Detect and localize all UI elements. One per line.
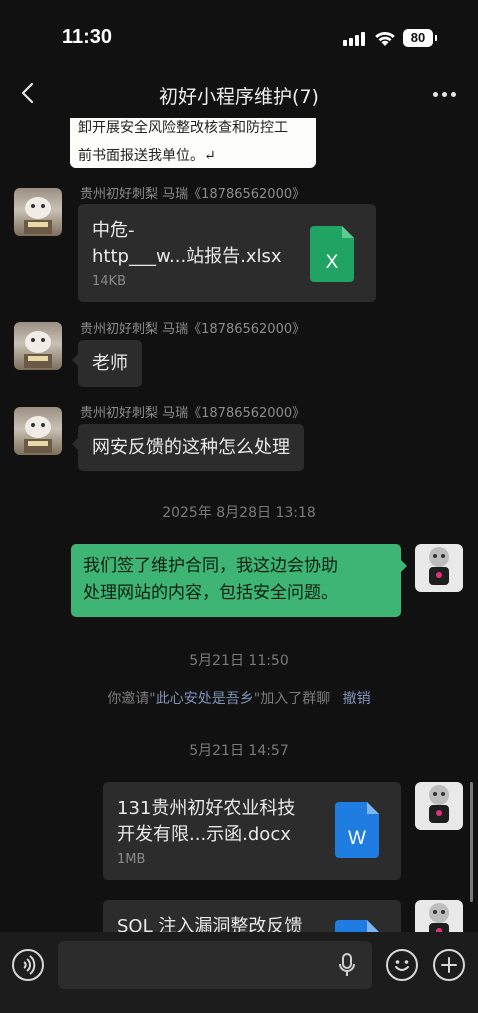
- mic-icon[interactable]: [338, 953, 356, 977]
- outgoing-text-message[interactable]: 我们签了维护合同，我这边会协助 处理网站的内容，包括安全问题。: [71, 544, 407, 617]
- file-name: SQL 注入漏洞整改反馈: [117, 916, 303, 932]
- my-avatar[interactable]: [415, 782, 463, 830]
- timestamp: 5月21日 14:57: [189, 743, 289, 759]
- file-message[interactable]: SQL 注入漏洞整改反馈 W: [103, 900, 401, 932]
- timestamp: 5月21日 11:50: [189, 653, 289, 669]
- status-bar: 11:30 80: [0, 0, 478, 70]
- timestamp: 2025年 8月28日 13:18: [162, 505, 316, 521]
- signal-icon: [343, 32, 365, 46]
- more-icon[interactable]: [430, 82, 460, 106]
- excel-file-icon: X: [310, 226, 354, 282]
- invited-user-link[interactable]: 此心安处是吾乡: [156, 691, 254, 707]
- document-image-preview[interactable]: 卸开展安全风险整改核查和防控工 前书面报送我单位。↵: [70, 118, 316, 168]
- sender-name: 贵州初好刺梨 马瑞《18786562000》: [80, 187, 306, 202]
- scrollbar[interactable]: [470, 782, 473, 902]
- file-size: 14KB: [92, 274, 126, 289]
- message-list[interactable]: 卸开展安全风险整改核查和防控工 前书面报送我单位。↵ 贵州初好刺梨 马瑞《187…: [0, 118, 478, 932]
- revoke-link[interactable]: 撤销: [343, 691, 371, 707]
- add-icon[interactable]: [433, 949, 465, 981]
- avatar[interactable]: [14, 188, 62, 236]
- doc-line: 前书面报送我单位。↵: [78, 148, 216, 164]
- system-message: 你邀请"此心安处是吾乡"加入了群聊 撤销: [107, 691, 371, 707]
- emoji-icon[interactable]: [386, 949, 418, 981]
- my-avatar[interactable]: [415, 900, 463, 932]
- my-avatar[interactable]: [415, 544, 463, 592]
- doc-line: 卸开展安全风险整改核查和防控工: [78, 120, 288, 136]
- file-name: 131贵州初好农业科技 开发有限...示函.docx: [117, 798, 296, 845]
- chat-title: 初好小程序维护(7): [159, 86, 319, 108]
- sender-name: 贵州初好刺梨 马瑞《18786562000》: [80, 322, 306, 337]
- file-message[interactable]: 中危- http___w...站报告.xlsx 14KB X: [78, 204, 376, 302]
- battery-indicator: 80: [403, 29, 437, 47]
- input-bar: [0, 932, 478, 1013]
- text-message[interactable]: 网安反馈的这种怎么处理: [72, 424, 304, 471]
- wifi-icon: [375, 31, 395, 46]
- svg-text:W: W: [348, 828, 366, 849]
- status-time: 11:30: [62, 26, 113, 48]
- avatar[interactable]: [14, 322, 62, 370]
- avatar[interactable]: [14, 407, 62, 455]
- file-name: 中危- http___w...站报告.xlsx: [92, 220, 282, 267]
- sender-name: 贵州初好刺梨 马瑞《18786562000》: [80, 406, 306, 421]
- file-message[interactable]: 131贵州初好农业科技 开发有限...示函.docx 1MB W: [103, 782, 401, 880]
- chat-header: 初好小程序维护(7): [0, 70, 478, 118]
- word-file-icon: W: [335, 802, 379, 858]
- text-message[interactable]: 老师: [72, 340, 142, 387]
- file-size: 1MB: [117, 852, 146, 867]
- voice-icon[interactable]: [12, 949, 44, 981]
- svg-text:X: X: [326, 252, 339, 273]
- word-file-icon: W: [335, 920, 379, 932]
- message-input[interactable]: [58, 941, 372, 989]
